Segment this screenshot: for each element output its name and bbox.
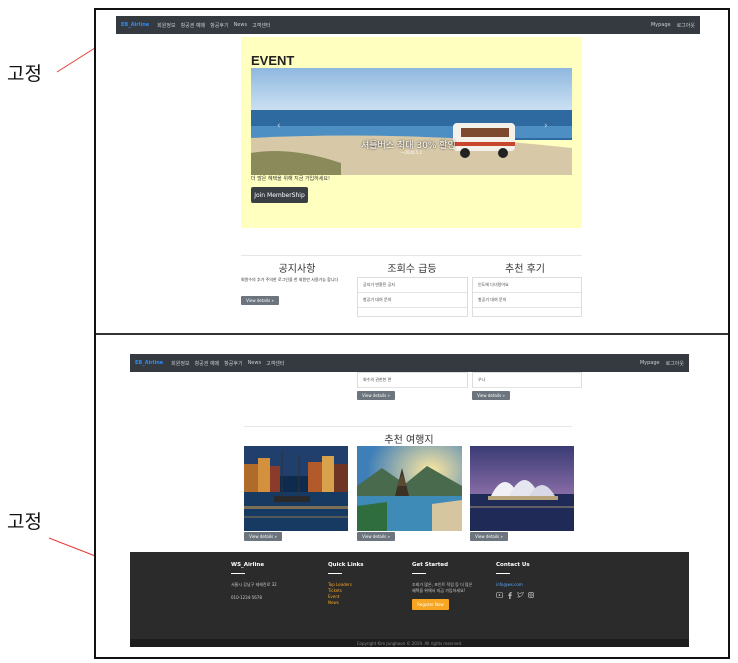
list-item[interactable]: 항공기 대여 문의 [358,293,467,308]
register-now-button[interactable]: Register Now [412,599,449,610]
top-navbar: EB_Airline 회원정보 항공권 예매 항공후기 News 고객센터 My… [116,16,700,34]
social-icons [496,592,534,599]
join-membership-button[interactable]: Join MemberShip [251,187,308,203]
nav-link-booking[interactable]: 항공권 예매 [195,360,220,367]
nav-link-logout[interactable]: 로그아웃 [677,22,695,29]
nav-link-support[interactable]: 고객센터 [252,22,270,29]
destination-card: View details » [244,446,348,541]
nav-link-member[interactable]: 회원정보 [157,22,175,29]
review-list-continued: 우나 [472,372,582,388]
copyright-bar: Copyright Kim Junghoon © 2019. All right… [130,639,689,647]
carousel-subcaption: ~2020.5.1 [401,150,423,155]
destination-view-details-button[interactable]: View details » [357,532,395,541]
brand-logo[interactable]: EB_Airline [121,22,149,28]
notice-view-details-button[interactable]: View details » [241,296,279,305]
svg-text:‹: ‹ [277,121,281,131]
screenshot-frame: EB_Airline 회원정보 항공권 예매 항공후기 News 고객센터 My… [94,8,730,659]
popular-title: 조회수 급등 [387,264,437,275]
destination-view-details-button[interactable]: View details » [244,532,282,541]
nav-link-review[interactable]: 항공후기 [210,22,228,29]
popular-view-details-button[interactable]: View details » [357,391,395,400]
footer-underline [496,573,510,574]
event-carousel[interactable]: ‹ › 셔틀버스 최대 30% 할인 ~2020.5.1 [251,68,572,175]
destination-image-temple [357,446,462,531]
footer-underline [328,573,342,574]
recommend-title: 추천 여행지 [384,435,434,446]
screenshot-divider [96,333,728,335]
popular-list-continued: 회수의 권한한 면 [357,372,468,388]
review-view-details-button[interactable]: View details » [472,391,510,400]
footer-getstarted-title: Get Started [412,562,449,568]
nav-link-support[interactable]: 고객센터 [266,360,284,367]
youtube-icon[interactable] [496,592,503,598]
footer-phone: 010-1234-5678 [231,595,262,600]
annotation-label-top: 고정 [7,63,42,85]
nav-link-member[interactable]: 회원정보 [171,360,189,367]
popular-list: 공지가 변환된 공지 항공기 대여 문의 [357,277,468,317]
section-divider [244,426,572,427]
section-divider [241,255,582,256]
list-item[interactable]: 항공기 대여 문의 [473,293,581,308]
twitter-icon[interactable] [517,592,524,598]
nav-link-logout[interactable]: 로그아웃 [666,360,684,367]
facebook-icon[interactable] [507,592,513,599]
carousel-image: ‹ › [251,68,572,175]
footer: WS_Airline 서울시 강남구 테헤란로 32 010-1234-5678… [130,552,689,639]
footer-underline [231,573,245,574]
nav-link-news[interactable]: News [248,360,262,366]
nav-link-booking[interactable]: 항공권 예매 [181,22,206,29]
destination-view-details-button[interactable]: View details » [470,532,508,541]
footer-link-news[interactable]: News [328,600,339,607]
footer-quicklinks-title: Quick Links [328,562,364,568]
nav-right: Mypage 로그아웃 [640,360,684,367]
review-list: 인도에 다녀왔어요 항공기 대여 문의 [472,277,582,317]
fixed-navbar: EB_Airline 회원정보 항공권 예매 항공후기 News 고객센터 My… [130,354,689,372]
destination-image-canal [244,446,348,531]
footer-contact-title: Contact Us [496,562,530,568]
brand-logo[interactable]: EB_Airline [135,360,163,366]
event-title: EVENT [251,53,295,68]
notice-title: 공지사항 [278,264,316,275]
list-item[interactable]: 인도에 다녀왔어요 [473,278,581,293]
list-item[interactable]: 공지가 변환된 공지 [358,278,467,293]
destination-image-opera-house [470,446,574,531]
nav-right: Mypage 로그아웃 [651,22,695,29]
event-promo-text: 더 많은 혜택을 위해 지금 가입하세요! [251,176,330,182]
list-item[interactable]: 우나 [473,373,581,388]
instagram-icon[interactable] [528,592,534,598]
event-section: EVENT ‹ › 셔틀버스 최대 30% 할인 ~2020.5.1 더 많은 … [241,37,582,228]
annotation-label-bottom: 고정 [7,511,42,533]
destination-card: View details » [357,446,462,541]
nav-link-mypage[interactable]: Mypage [640,360,660,367]
nav-link-review[interactable]: 항공후기 [224,360,242,367]
svg-text:›: › [544,121,548,131]
review-title: 추천 후기 [505,264,545,275]
footer-email[interactable]: info@ws.com [496,582,523,589]
footer-underline [412,573,426,574]
list-item[interactable]: 회수의 권한한 면 [358,373,467,388]
nav-link-news[interactable]: News [234,22,248,28]
footer-getstarted-text-2: 혜택을 위해서 지금 가입하세요! [412,588,466,593]
nav-link-mypage[interactable]: Mypage [651,22,671,29]
footer-company-title: WS_Airline [231,562,265,568]
destination-card: View details » [470,446,574,541]
notice-body: 회원수의 추가 주의한 로그인을 한 회원만 사용가능 합니다 [241,277,339,282]
footer-address: 서울시 강남구 테헤란로 32 [231,582,277,587]
